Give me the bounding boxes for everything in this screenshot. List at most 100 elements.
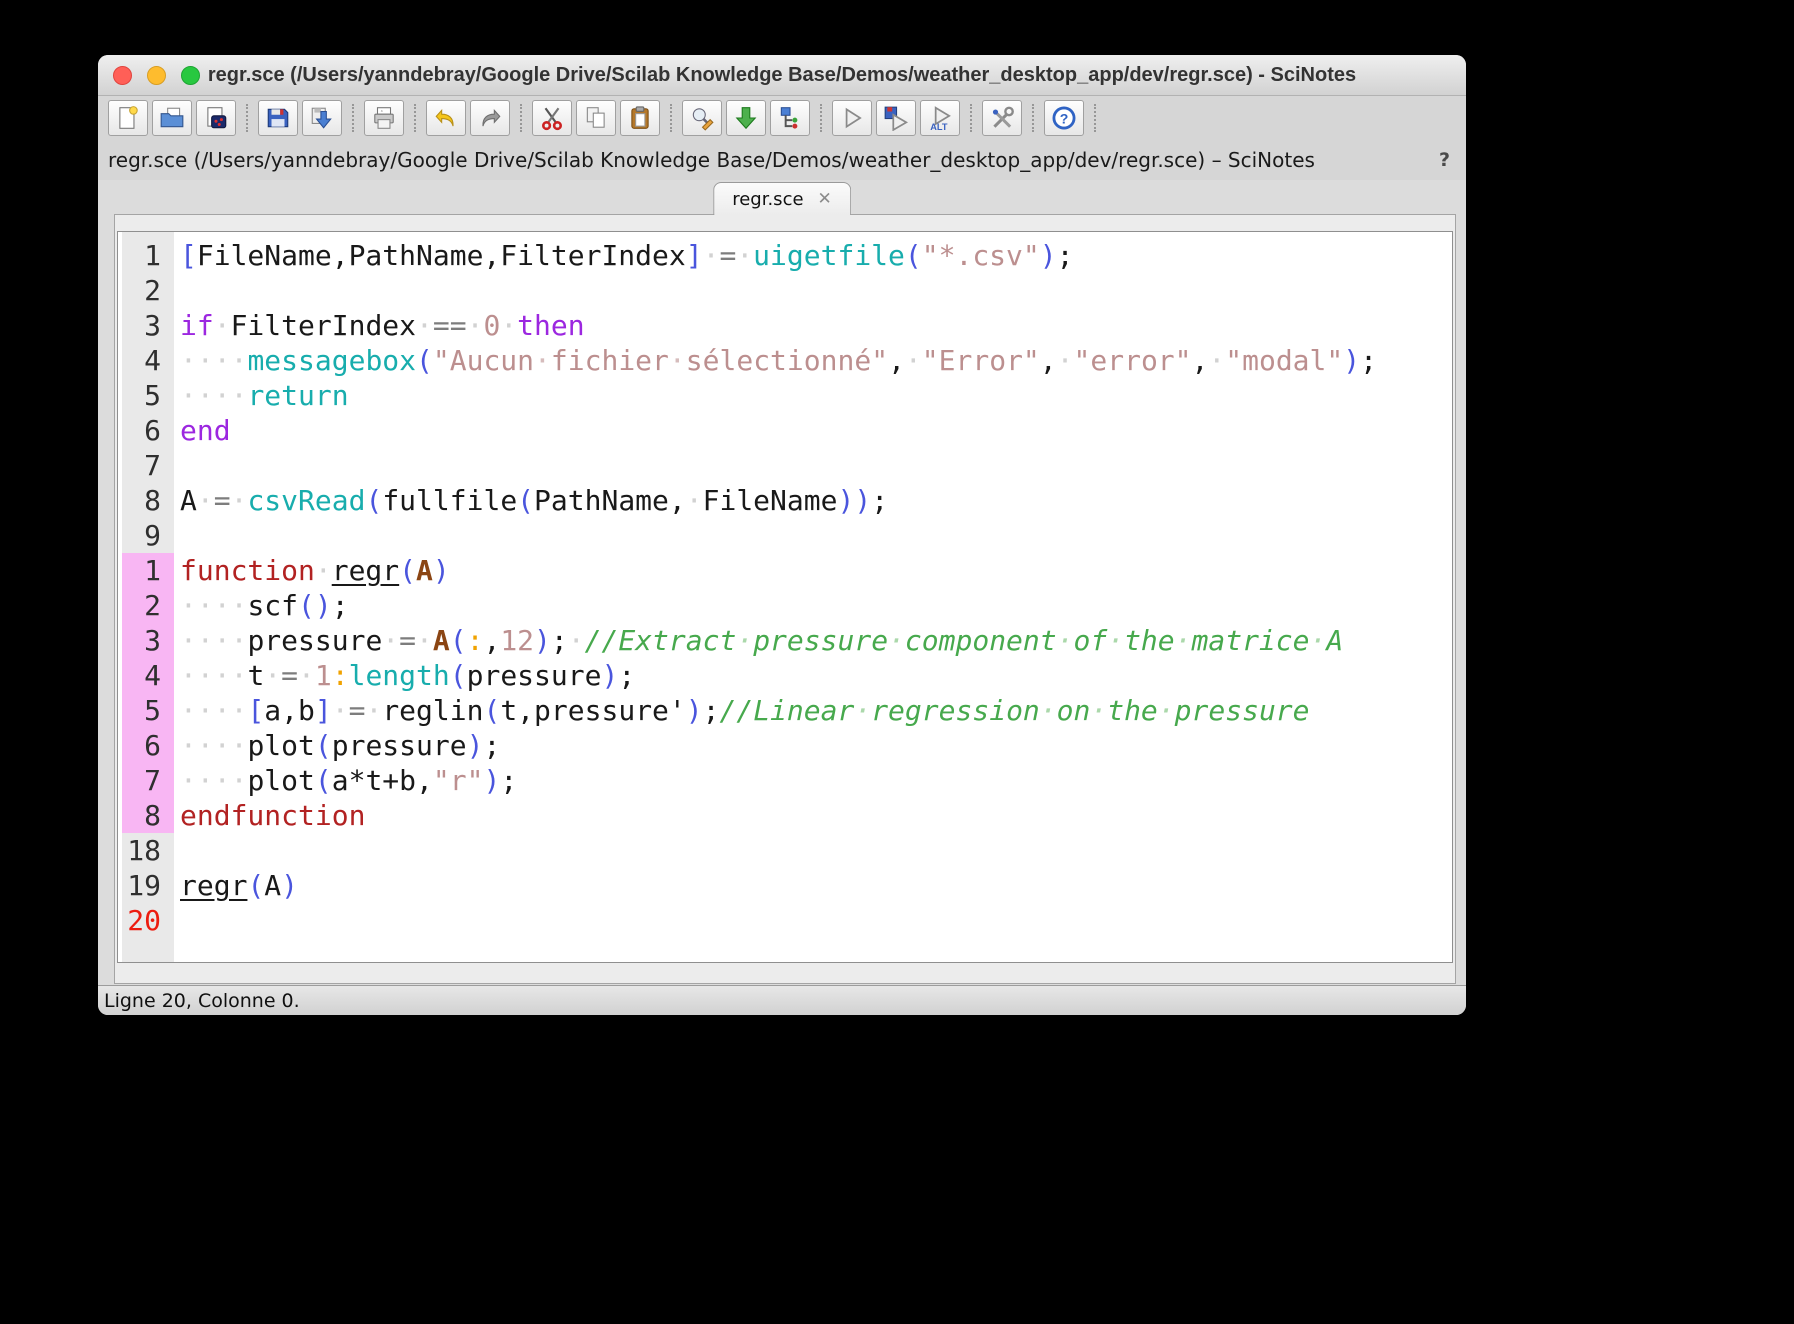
source-file-icon — [207, 107, 227, 129]
line-number: 2 — [144, 274, 161, 307]
preferences-button[interactable] — [982, 100, 1022, 136]
undo-button[interactable] — [426, 100, 466, 136]
code-line[interactable]: 1 function·regr(A) — [118, 553, 1452, 588]
code-line-text: ····plot(pressure); — [180, 729, 501, 762]
save-as-icon — [311, 107, 332, 129]
paste-button[interactable] — [620, 100, 660, 136]
toolbar-separator — [520, 104, 522, 132]
code-line-text: ····return — [180, 379, 349, 412]
open-folder-icon — [160, 107, 184, 128]
code-line-text — [174, 518, 180, 553]
code-lines: 1 [FileName,PathName,FilterIndex]·=·uiget… — [118, 232, 1452, 962]
line-number: 9 — [144, 519, 161, 552]
green-down-arrow-icon — [735, 107, 757, 130]
line-number: 8 — [144, 484, 161, 517]
toolbar-separator — [820, 104, 822, 132]
toolbar-separator — [246, 104, 248, 132]
zoom-button[interactable] — [181, 65, 200, 85]
line-number: 4 — [144, 344, 161, 377]
copy-button[interactable] — [576, 100, 616, 136]
save-and-execute-button[interactable] — [876, 100, 916, 136]
open-source-file-button[interactable] — [196, 100, 236, 136]
document-path: regr.sce (/Users/yanndebray/Google Drive… — [108, 148, 1315, 172]
save-icon — [267, 108, 289, 128]
execute-until-caret-button[interactable]: ALT — [920, 100, 960, 136]
help-button[interactable]: ? — [1044, 100, 1084, 136]
save-as-button[interactable] — [302, 100, 342, 136]
document-path-bar: regr.sce (/Users/yanndebray/Google Drive… — [98, 140, 1466, 180]
new-file-icon — [119, 106, 138, 129]
toolbar-separator — [670, 104, 672, 132]
code-line[interactable]: 19 regr(A) — [118, 868, 1452, 903]
execute-button[interactable] — [832, 100, 872, 136]
toolbar-separator — [352, 104, 354, 132]
line-number: 19 — [127, 869, 161, 902]
code-line-text: [FileName,PathName,FilterIndex]·=·uigetf… — [180, 239, 1074, 272]
code-line[interactable]: 5 ····[a,b]·=·reglin(t,pressure');//Linea… — [118, 693, 1452, 728]
code-line-text: regr(A) — [180, 869, 299, 902]
code-line[interactable]: 4 ····messagebox("Aucun·fichier·sélection… — [118, 343, 1452, 378]
code-editor[interactable]: 1 [FileName,PathName,FilterIndex]·=·uiget… — [117, 231, 1453, 963]
pathbar-help-button[interactable]: ? — [1439, 149, 1450, 171]
line-number: 3 — [122, 623, 174, 658]
code-line[interactable]: 6 ····plot(pressure); — [118, 728, 1452, 763]
toolbar: ALT ? — [98, 96, 1466, 140]
tab-pane: 1 [FileName,PathName,FilterIndex]·=·uiget… — [114, 214, 1456, 984]
open-file-button[interactable] — [152, 100, 192, 136]
code-line[interactable]: 3 if·FilterIndex·==·0·then — [118, 308, 1452, 343]
line-number: 3 — [144, 309, 161, 342]
tools-icon — [992, 106, 1014, 128]
print-icon — [374, 107, 394, 129]
scinotes-window: regr.sce (/Users/yanndebray/Google Drive… — [98, 55, 1466, 1015]
cut-button[interactable] — [532, 100, 572, 136]
line-number: 20 — [127, 904, 161, 937]
code-line-text: ····[a,b]·=·reglin(t,pressure');//Linear… — [180, 694, 1310, 727]
close-button[interactable] — [113, 65, 132, 85]
save-play-icon — [884, 106, 909, 131]
search-icon — [692, 108, 714, 131]
minimize-button[interactable] — [147, 65, 166, 85]
print-button[interactable] — [364, 100, 404, 136]
toolbar-separator — [1032, 104, 1034, 132]
code-line[interactable]: 8 endfunction — [118, 798, 1452, 833]
caret-position-status: Ligne 20, Colonne 0. — [104, 989, 300, 1012]
toolbar-separator — [970, 104, 972, 132]
svg-text:?: ? — [1060, 110, 1069, 126]
paste-icon — [631, 106, 649, 129]
code-line[interactable]: 8 A·=·csvRead(fullfile(PathName,·FileName… — [118, 483, 1452, 518]
line-number: 18 — [127, 834, 161, 867]
line-number: 6 — [122, 728, 174, 763]
new-file-button[interactable] — [108, 100, 148, 136]
code-navigator-button[interactable] — [770, 100, 810, 136]
save-button[interactable] — [258, 100, 298, 136]
code-line[interactable]: 2 — [118, 273, 1452, 308]
find-replace-button[interactable] — [682, 100, 722, 136]
tab-label: regr.sce — [732, 188, 804, 210]
code-line-text — [174, 903, 180, 938]
load-into-scilab-button[interactable] — [726, 100, 766, 136]
code-line[interactable]: 4 ····t·=·1:length(pressure); — [118, 658, 1452, 693]
code-line-text: ····scf(); — [180, 589, 349, 622]
code-line-text — [174, 448, 180, 483]
code-line[interactable]: 5 ····return — [118, 378, 1452, 413]
code-line[interactable]: 20 — [118, 903, 1452, 938]
code-line[interactable]: 7 ····plot(a*t+b,"r"); — [118, 763, 1452, 798]
line-number: 7 — [144, 449, 161, 482]
code-line[interactable]: 3 ····pressure·=·A(:,12);·//Extract·press… — [118, 623, 1452, 658]
title-bar[interactable]: regr.sce (/Users/yanndebray/Google Drive… — [98, 55, 1466, 96]
code-line[interactable]: 9 — [118, 518, 1452, 553]
toolbar-separator — [414, 104, 416, 132]
line-number: 8 — [122, 798, 174, 833]
code-line[interactable]: 1 [FileName,PathName,FilterIndex]·=·uiget… — [118, 238, 1452, 273]
code-line[interactable]: 6 end — [118, 413, 1452, 448]
code-line[interactable]: 2 ····scf(); — [118, 588, 1452, 623]
code-line[interactable]: 7 — [118, 448, 1452, 483]
undo-icon — [435, 109, 454, 127]
redo-button[interactable] — [470, 100, 510, 136]
redo-icon — [482, 109, 501, 127]
tab-close-icon[interactable]: ✕ — [818, 189, 832, 209]
code-line[interactable]: 18 — [118, 833, 1452, 868]
code-line-text: end — [180, 414, 231, 447]
tab-regr-sce[interactable]: regr.sce ✕ — [713, 182, 851, 215]
status-bar: Ligne 20, Colonne 0. — [98, 985, 1466, 1015]
